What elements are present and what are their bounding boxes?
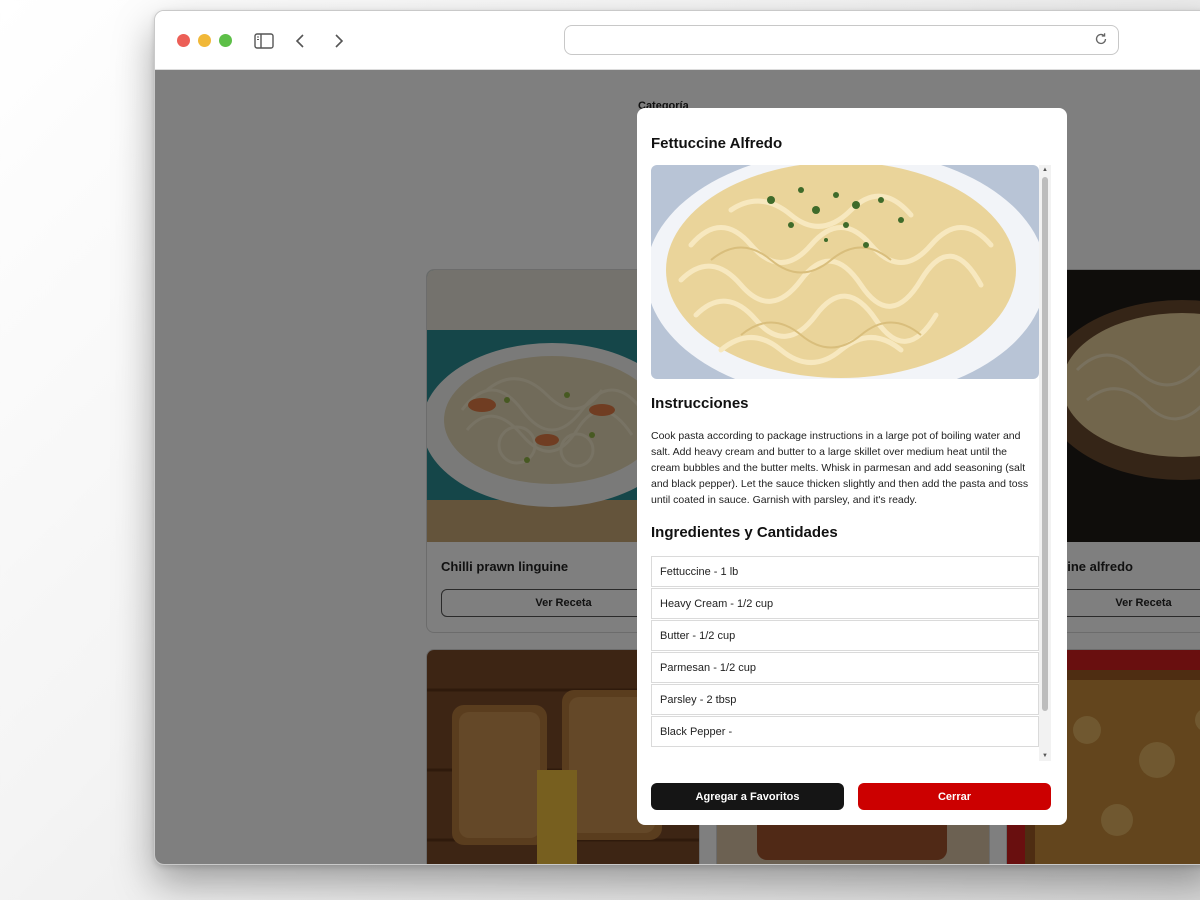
close-window-button[interactable] xyxy=(177,34,190,47)
minimize-window-button[interactable] xyxy=(198,34,211,47)
ingredient-item: Heavy Cream - 1/2 cup xyxy=(651,588,1039,619)
maximize-window-button[interactable] xyxy=(219,34,232,47)
instructions-heading: Instrucciones xyxy=(651,395,749,412)
sidebar-toggle-icon[interactable] xyxy=(253,30,275,52)
modal-scrollbar[interactable]: ▲ ▼ xyxy=(1039,165,1051,761)
address-bar[interactable] xyxy=(564,25,1119,55)
browser-window: Categoría xyxy=(154,10,1200,865)
ingredient-item: Parmesan - 1/2 cup xyxy=(651,652,1039,683)
fettuccine-alfredo-image xyxy=(651,165,1039,379)
recipe-modal: Fettuccine Alfredo Instrucciones Cook pa… xyxy=(637,108,1067,825)
ingredient-item: Black Pepper - xyxy=(651,716,1039,747)
close-modal-button[interactable]: Cerrar xyxy=(858,783,1051,810)
ingredient-item: Parsley - 2 tbsp xyxy=(651,684,1039,715)
ingredients-heading: Ingredientes y Cantidades xyxy=(651,524,838,541)
reload-icon[interactable] xyxy=(1094,32,1110,48)
ingredients-list: Fettuccine - 1 lb Heavy Cream - 1/2 cup … xyxy=(651,556,1039,748)
page-viewport: Categoría xyxy=(155,70,1200,864)
scrollbar-thumb[interactable] xyxy=(1042,177,1048,711)
scroll-down-arrow-icon[interactable]: ▼ xyxy=(1039,751,1051,761)
browser-toolbar xyxy=(155,11,1200,70)
ingredient-item: Fettuccine - 1 lb xyxy=(651,556,1039,587)
modal-scroll-area[interactable]: Instrucciones Cook pasta according to pa… xyxy=(651,165,1051,761)
back-arrow-icon[interactable] xyxy=(289,30,311,52)
modal-title: Fettuccine Alfredo xyxy=(651,135,783,152)
ingredient-item: Butter - 1/2 cup xyxy=(651,620,1039,651)
scroll-up-arrow-icon[interactable]: ▲ xyxy=(1039,165,1051,175)
instructions-text: Cook pasta according to package instruct… xyxy=(651,430,1029,506)
forward-arrow-icon[interactable] xyxy=(328,30,350,52)
add-to-favorites-button[interactable]: Agregar a Favoritos xyxy=(651,783,844,810)
